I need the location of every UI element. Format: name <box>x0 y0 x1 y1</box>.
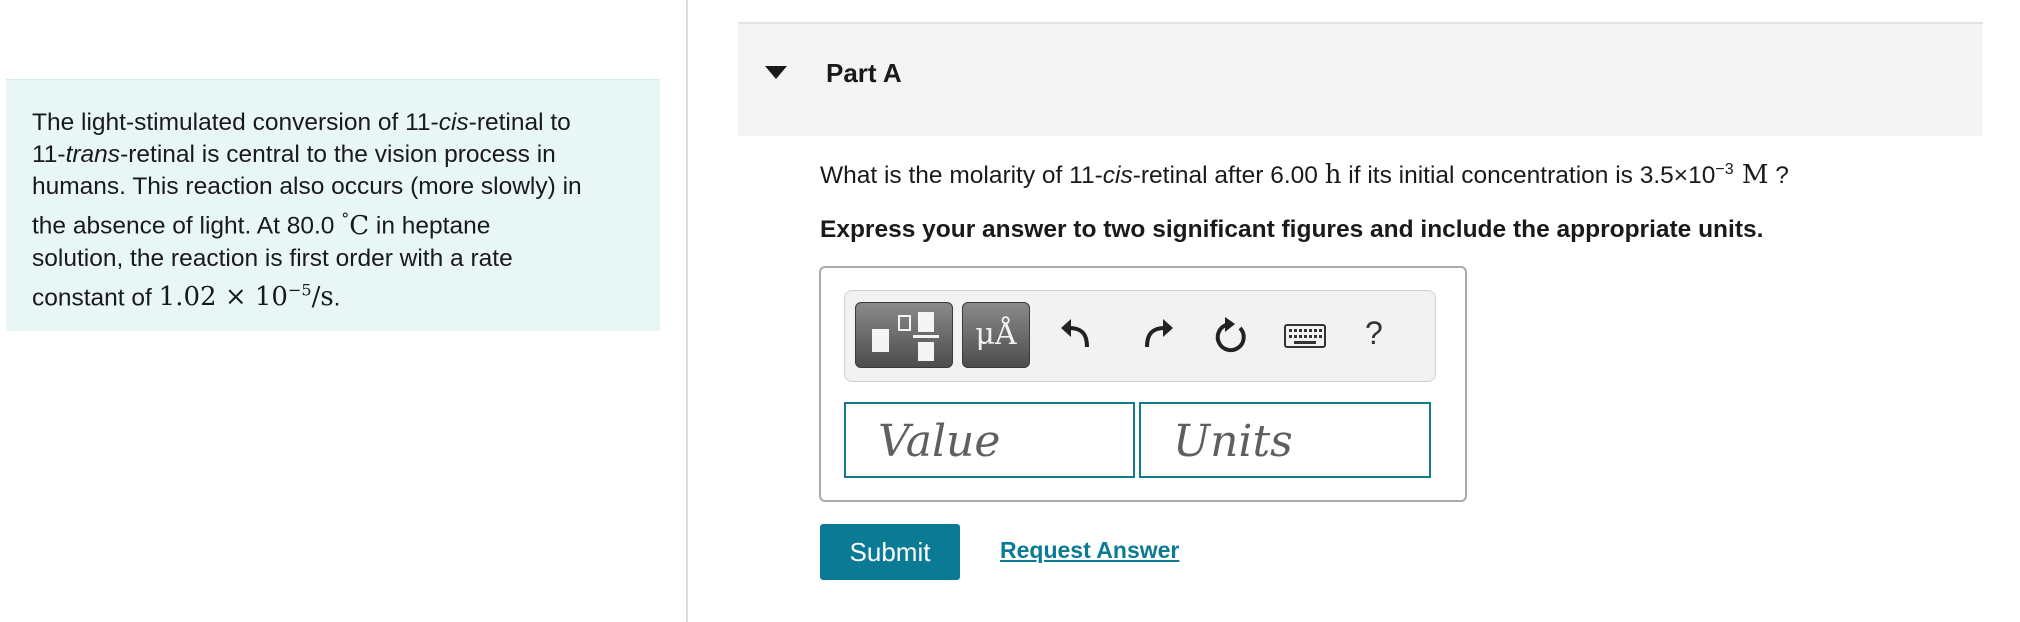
problem-intro-panel: The light-stimulated conversion of 11-ci… <box>6 79 660 331</box>
intro-text-segment: in heptane <box>369 212 491 240</box>
question-segment: -retinal after 6.00 <box>1132 162 1325 189</box>
celsius-unit: C <box>349 210 370 241</box>
intro-italic-cis: cis <box>438 109 469 136</box>
intro-text-segment: constant of <box>32 284 159 312</box>
intro-text-segment: -retinal to <box>468 109 571 136</box>
molar-unit: M <box>1733 160 1769 190</box>
question-segment: if its initial concentration is 3.5×10 <box>1341 162 1716 189</box>
submit-button[interactable]: Submit <box>820 524 960 580</box>
question-text: What is the molarity of 11-cis-retinal a… <box>820 160 1789 190</box>
intro-text-line: humans. This reaction also occurs (more … <box>32 173 582 200</box>
degree-symbol: ° <box>341 209 350 228</box>
undo-icon[interactable] <box>1057 311 1101 359</box>
collapse-caret-icon[interactable] <box>765 66 787 79</box>
intro-text-segment: -retinal is central to the vision proces… <box>120 141 556 168</box>
reset-icon[interactable] <box>1209 311 1253 359</box>
units-button-label: μÅ <box>975 317 1017 352</box>
units-button[interactable]: μÅ <box>962 302 1030 368</box>
problem-intro-text: The light-stimulated conversion of 11-ci… <box>32 107 634 314</box>
intro-text-segment: The light-stimulated conversion of 11- <box>32 109 439 136</box>
question-segment: ? <box>1768 162 1789 189</box>
request-answer-link[interactable]: Request Answer <box>1000 537 1179 564</box>
help-button[interactable]: ? <box>1365 315 1383 352</box>
templates-button[interactable] <box>855 302 953 368</box>
rate-unit: /s <box>311 282 334 313</box>
hour-unit: h <box>1324 160 1342 190</box>
intro-text-line: solution, the reaction is first order wi… <box>32 244 513 272</box>
math-toolbar: μÅ ? <box>844 290 1436 382</box>
question-segment: What is the molarity of 11- <box>820 162 1103 189</box>
question-italic-cis: cis <box>1102 162 1133 189</box>
answer-instruction: Express your answer to two significant f… <box>820 216 1764 243</box>
keyboard-icon[interactable] <box>1281 311 1331 359</box>
intro-text-segment: 11- <box>32 141 66 168</box>
rate-exponent: −5 <box>287 280 312 300</box>
part-title: Part A <box>826 58 902 88</box>
redo-icon[interactable] <box>1133 311 1177 359</box>
rate-mantissa: 1.02 × 10 <box>158 282 288 313</box>
units-input[interactable]: Units <box>1139 402 1431 478</box>
intro-text-segment: . <box>333 284 341 312</box>
intro-text-segment: the absence of light. At 80.0 <box>32 212 342 240</box>
rate-constant: 1.02 × 10−5/s <box>158 280 334 313</box>
value-input[interactable]: Value <box>844 402 1135 478</box>
column-divider <box>686 0 688 622</box>
concentration-exponent: −3 <box>1715 160 1734 178</box>
intro-italic-trans: trans <box>65 141 121 168</box>
answer-box: μÅ ? Value Units <box>819 266 1467 502</box>
part-a-header[interactable]: Part A <box>738 22 1983 136</box>
